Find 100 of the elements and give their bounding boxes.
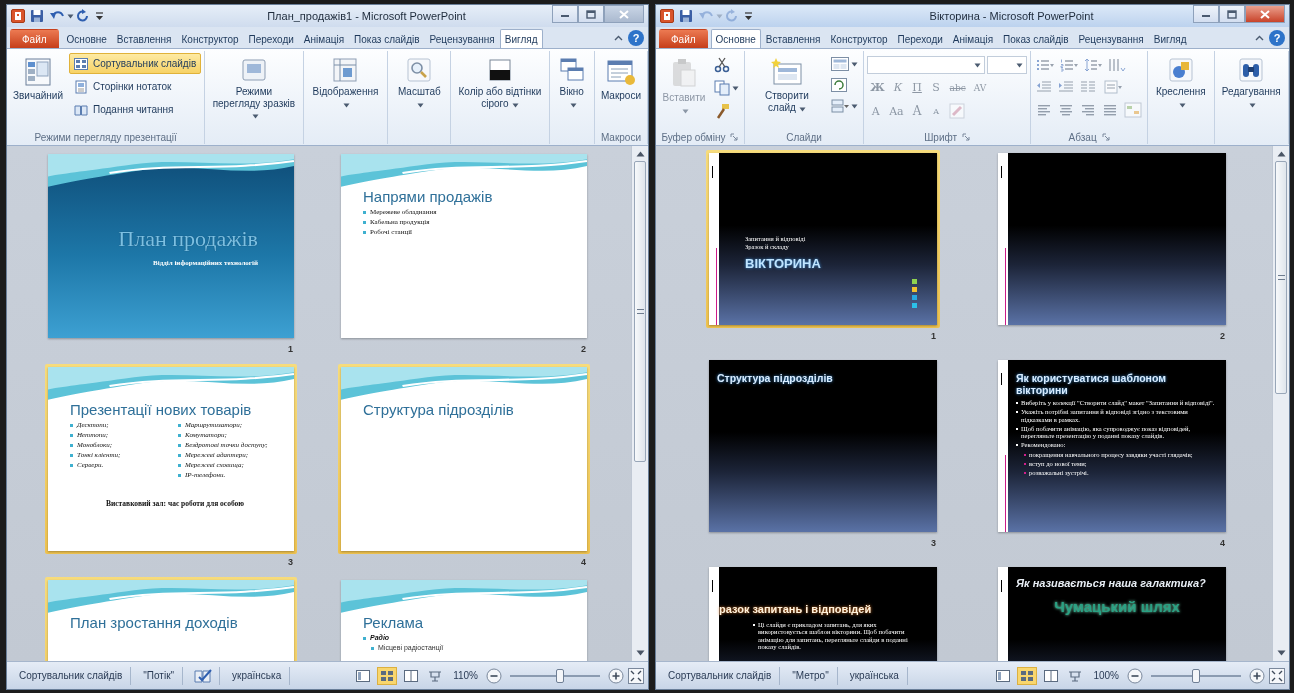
ribbon-button[interactable]: Подання читання — [69, 99, 202, 120]
down-arrow-icon[interactable] — [1276, 650, 1286, 656]
caret-icon — [1016, 62, 1024, 68]
zoom-level[interactable]: 110% — [449, 670, 482, 681]
collapse-icon[interactable] — [1255, 35, 1264, 41]
ribbon-tab[interactable]: Переходи — [892, 29, 948, 48]
scissors-icon — [713, 57, 730, 73]
copy-button[interactable] — [711, 78, 741, 98]
caret-icon — [851, 61, 859, 67]
align-center-icon — [1058, 103, 1075, 117]
down-arrow-icon[interactable] — [635, 650, 645, 656]
slide-number: 3 — [288, 557, 293, 569]
maximize-button[interactable] — [578, 5, 604, 23]
close-button[interactable] — [604, 5, 644, 23]
scroll-thumb[interactable] — [634, 161, 646, 462]
ribbon-button[interactable]: Масштаб — [391, 53, 448, 114]
slide-thumbnail[interactable] — [995, 357, 1229, 535]
plus-icon[interactable] — [1249, 667, 1265, 684]
bullet-icon — [178, 444, 181, 448]
ribbon-button[interactable]: Макроси — [597, 53, 644, 107]
scroll-thumb[interactable] — [1275, 161, 1287, 394]
slide-number: 3 — [931, 538, 936, 550]
slide-thumbnail[interactable]: Як називається наша галактика? Чумацький шлях — [995, 564, 1229, 661]
slide-title: разок запитань і відповідей — [719, 603, 873, 615]
fit-window-icon[interactable] — [628, 667, 644, 684]
minimize-button[interactable] — [552, 5, 578, 23]
ribbon-button[interactable]: Сторінки нотаток — [69, 76, 202, 97]
help-button[interactable]: ? — [1269, 30, 1285, 46]
view-name: Сортувальник слайдів — [11, 666, 132, 685]
slide-thumbnail[interactable]: Структура підрозділів — [338, 364, 590, 554]
ribbon-tab[interactable]: Основне — [61, 29, 112, 48]
ribbon-tab[interactable]: Вигляд — [499, 29, 543, 48]
language-name[interactable]: українська — [841, 666, 908, 685]
ribbon-tab[interactable]: Анімація — [947, 29, 999, 48]
close-button[interactable] — [1245, 5, 1285, 23]
slide-title: Як користуватися шаблоном вікторини — [1016, 372, 1167, 396]
slide-thumbnail[interactable] — [995, 150, 1229, 328]
zoom-level[interactable]: 100% — [1089, 670, 1123, 681]
ribbon-button[interactable]: Режими перегляду зразків — [208, 53, 300, 126]
scrollbar[interactable] — [1272, 146, 1289, 661]
maximize-button[interactable] — [1219, 5, 1245, 23]
minus-icon[interactable] — [486, 667, 502, 684]
ribbon-tab[interactable]: Рецензування — [424, 29, 500, 48]
ribbon-button[interactable]: Редагування — [1217, 53, 1285, 114]
ribbon-tab[interactable]: Вставлення — [760, 29, 826, 48]
language-name[interactable]: українська — [224, 666, 291, 685]
bullet-icon — [363, 231, 366, 235]
save-icon[interactable] — [679, 9, 693, 23]
ribbon-tab[interactable]: Конструктор — [176, 29, 244, 48]
ribbon-button[interactable]: Вікно — [552, 53, 591, 114]
bullet-icon — [178, 424, 181, 427]
customize-icon[interactable] — [744, 11, 753, 21]
minus-icon[interactable] — [1127, 667, 1143, 684]
ribbon-button[interactable]: Колір або відтінки сірого — [454, 53, 546, 114]
slide-thumbnail[interactable] — [45, 364, 297, 554]
ribbon-tab[interactable]: Показ слайдів — [349, 29, 425, 48]
ribbon-tab[interactable]: Конструктор — [825, 29, 893, 48]
collapse-icon[interactable] — [614, 35, 623, 41]
slider-thumb[interactable] — [555, 668, 564, 683]
ribbon-tab[interactable]: Переходи — [243, 29, 299, 48]
minimize-button[interactable] — [1193, 5, 1219, 23]
magnifier-icon — [407, 58, 432, 82]
align-text-icon — [1104, 80, 1123, 94]
slide-thumbnail[interactable]: Структура підрозділів — [706, 357, 940, 535]
binoculars-icon — [1239, 58, 1264, 82]
ribbon-tab[interactable]: Рецензування — [1073, 29, 1149, 48]
help-button[interactable]: ? — [628, 30, 644, 46]
maximize-icon — [586, 9, 596, 19]
ribbon-button[interactable]: Креслення — [1151, 53, 1211, 114]
caret-icon[interactable] — [67, 13, 74, 19]
file-tab[interactable]: Файл — [10, 29, 59, 48]
up-arrow-icon[interactable] — [635, 151, 645, 157]
view-button[interactable] — [1017, 666, 1038, 685]
customize-icon[interactable] — [95, 11, 104, 21]
ribbon-tab[interactable]: Анімація — [298, 29, 350, 48]
slide-thumbnail[interactable]: План зростання доходів — [45, 577, 297, 661]
ribbon-tab[interactable]: Вигляд — [1148, 29, 1192, 48]
launcher-icon[interactable] — [730, 133, 739, 141]
app-icon[interactable] — [660, 9, 674, 23]
slide-title: Напрями продажів — [363, 188, 494, 205]
ribbon-button[interactable]: Відображення — [306, 53, 385, 114]
fit-window-icon[interactable] — [1269, 667, 1285, 684]
redo-icon[interactable] — [76, 9, 90, 23]
slider-thumb[interactable] — [1192, 668, 1200, 683]
spell-check-icon[interactable] — [193, 667, 214, 684]
app-icon[interactable] — [11, 9, 25, 23]
bullet-icon — [371, 647, 374, 651]
view-button[interactable] — [377, 666, 398, 685]
ribbon-button[interactable]: Створити слайд — [747, 53, 827, 118]
up-arrow-icon[interactable] — [1276, 151, 1286, 157]
ribbon-tab[interactable]: Показ слайдів — [998, 29, 1074, 48]
scrollbar[interactable] — [631, 146, 648, 661]
slide-icon — [241, 58, 266, 82]
file-tab[interactable]: Файл — [659, 29, 708, 48]
save-icon[interactable] — [30, 9, 44, 23]
ribbon-button[interactable]: Звичайний — [10, 53, 66, 107]
ribbon-button[interactable]: Сортувальник слайдів — [69, 53, 202, 74]
ribbon-tab[interactable]: Основне — [710, 29, 761, 48]
ribbon-tab[interactable]: Вставлення — [111, 29, 177, 48]
plus-icon[interactable] — [608, 667, 624, 684]
